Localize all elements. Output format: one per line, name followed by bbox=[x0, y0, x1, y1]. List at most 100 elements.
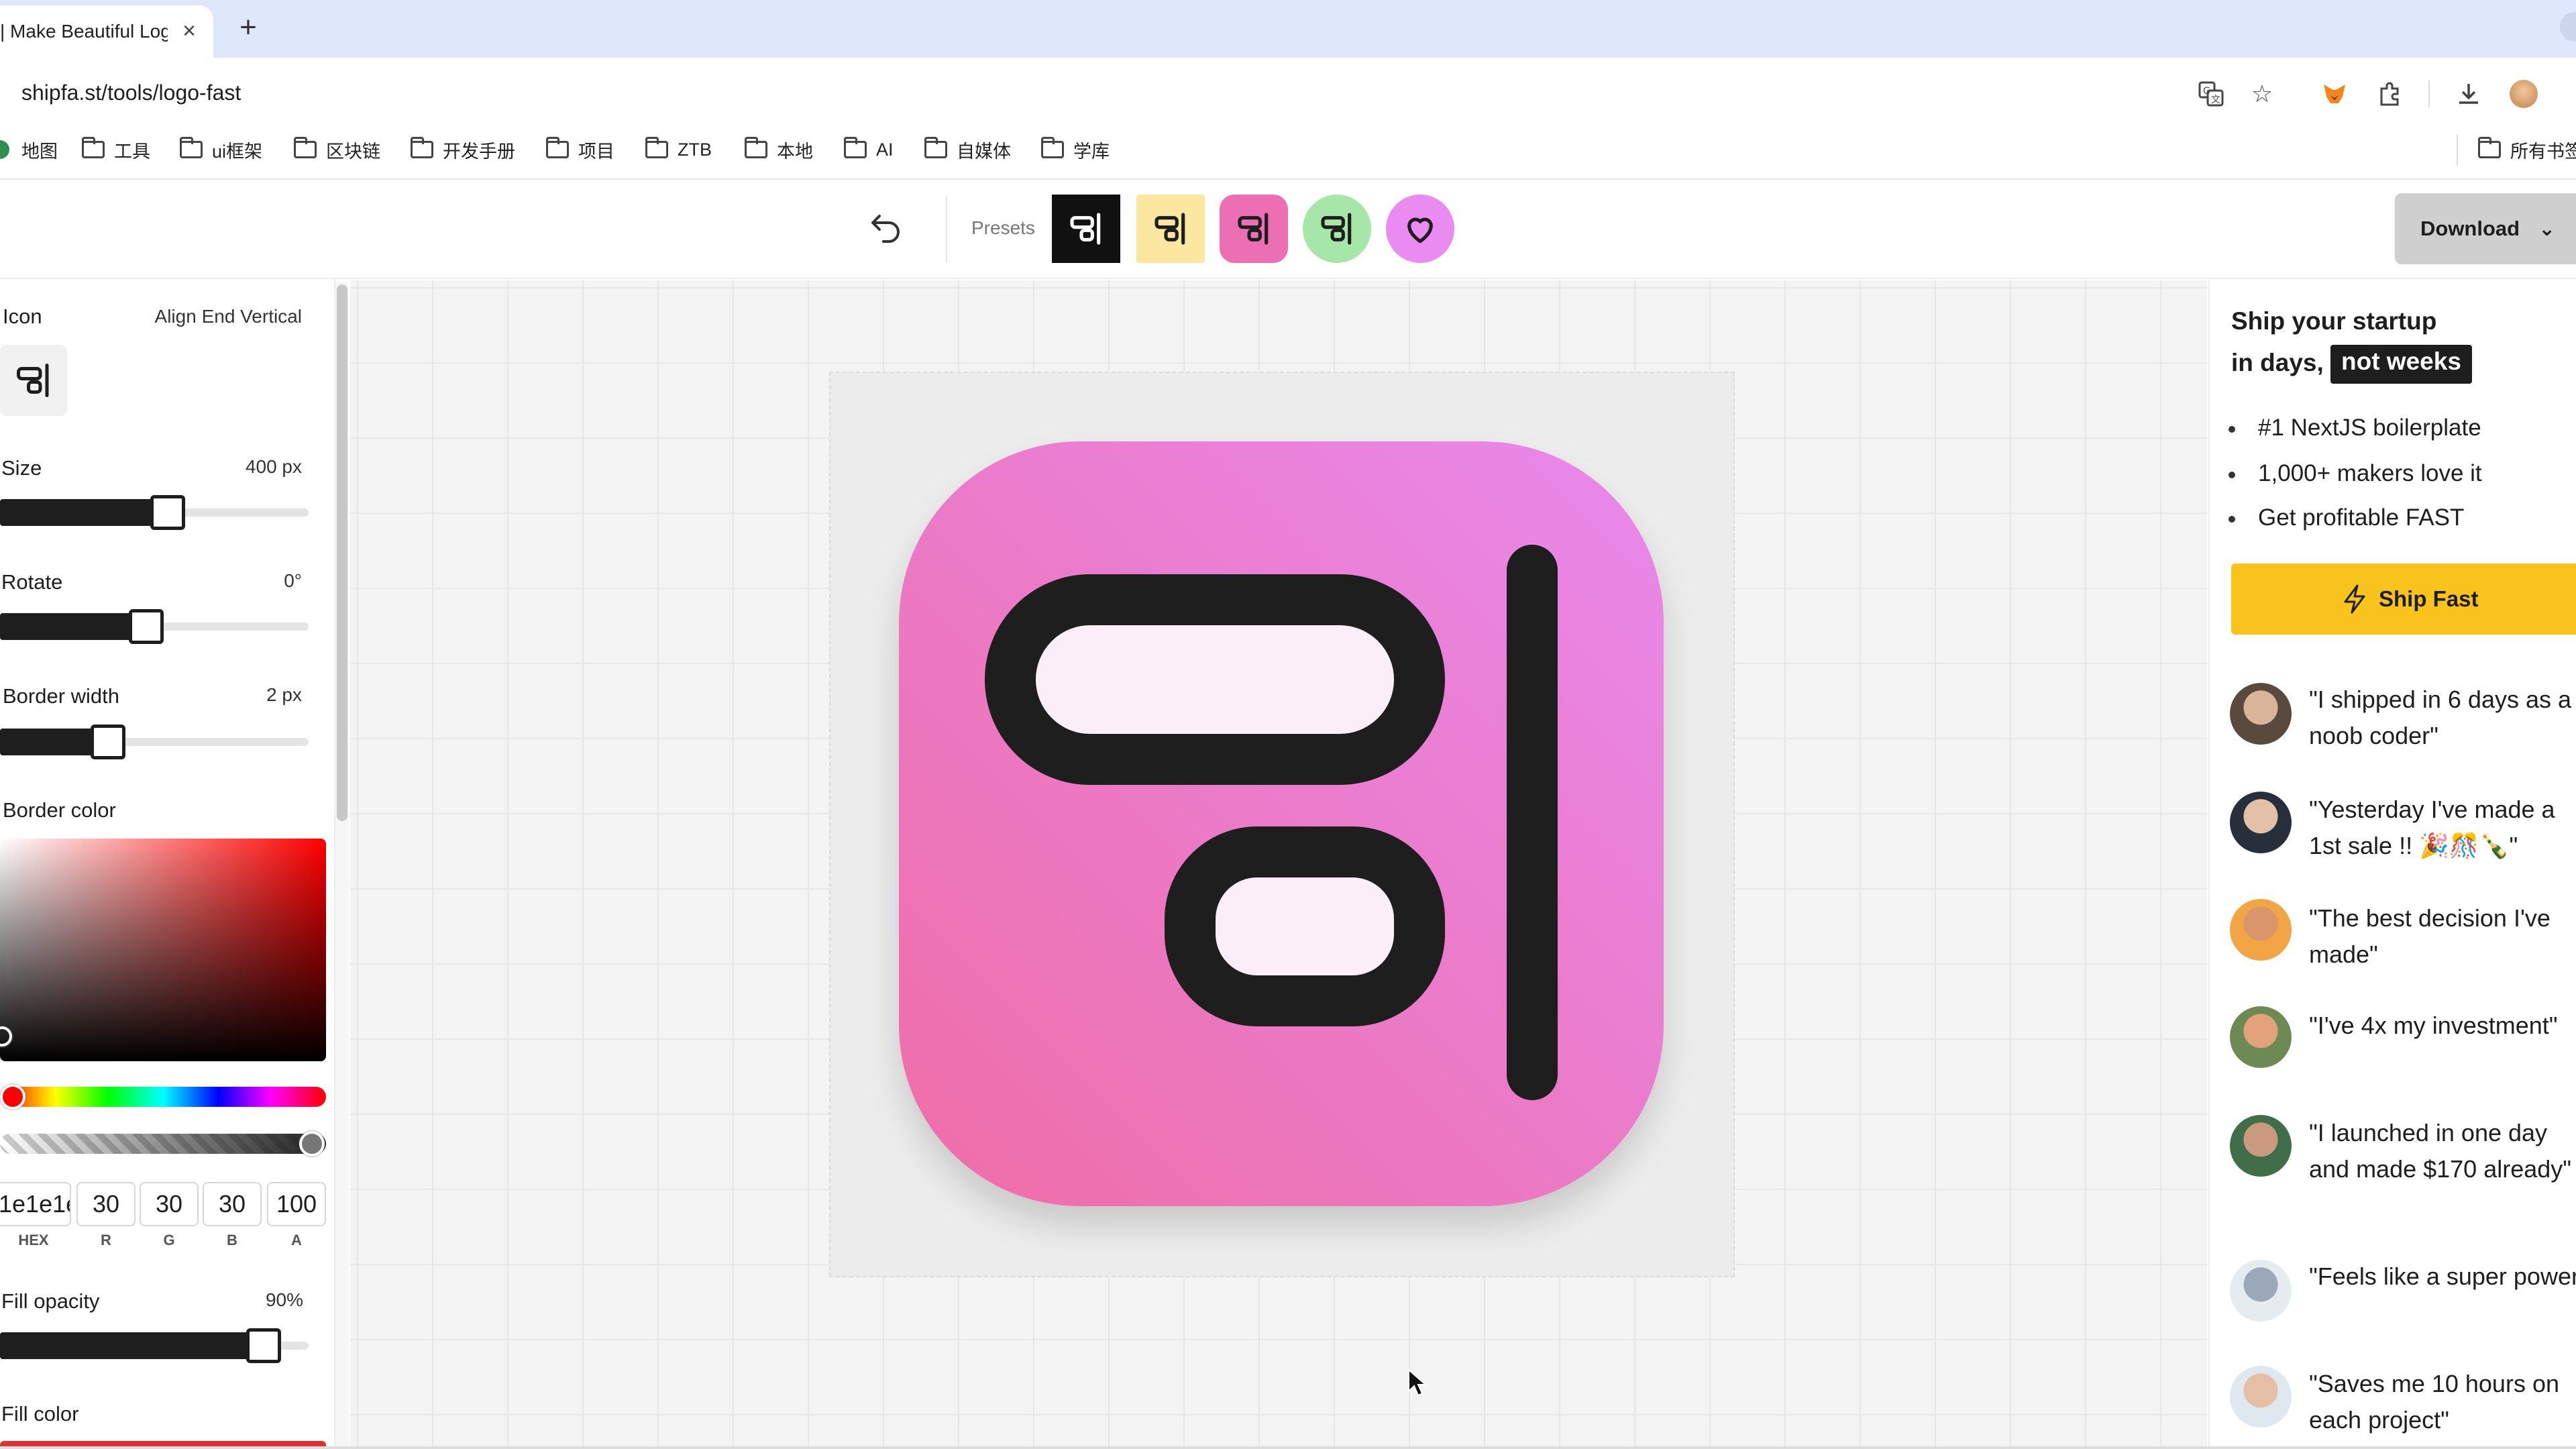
icon-name: Align End Vertical bbox=[154, 306, 302, 327]
panel-scrollbar-thumb[interactable] bbox=[337, 284, 347, 821]
lightning-icon bbox=[2344, 584, 2365, 614]
align-end-vertical-icon bbox=[1321, 213, 1352, 245]
all-bookmarks-folder[interactable]: 所有书签 bbox=[2457, 134, 2576, 165]
red-input[interactable]: 30 bbox=[76, 1182, 136, 1226]
align-end-vertical-icon bbox=[17, 364, 49, 397]
folder-icon bbox=[546, 137, 569, 158]
preset-black-button[interactable] bbox=[1052, 195, 1120, 263]
chevron-down-icon: ⌄ bbox=[2538, 217, 2556, 240]
align-end-vertical-icon bbox=[985, 545, 1558, 1100]
profile-avatar[interactable] bbox=[2508, 78, 2540, 110]
download-icon[interactable] bbox=[2453, 78, 2485, 110]
testimonial-quote: "Saves me 10 hours on each project" bbox=[2309, 1370, 2559, 1434]
testimonial-quote: "I shipped in 6 days as a noob coder" bbox=[2309, 686, 2572, 749]
heart-icon bbox=[1407, 217, 1433, 244]
bookmark-folder[interactable]: 开发手册 bbox=[411, 134, 515, 165]
download-button[interactable]: Download ⌄ bbox=[2395, 193, 2576, 264]
icon-section-label: Icon bbox=[3, 305, 42, 328]
hex-input[interactable]: 1e1e1e bbox=[0, 1182, 71, 1226]
bookmark-folder[interactable]: 区块链 bbox=[294, 134, 380, 165]
bookmark-folder[interactable]: 工具 bbox=[82, 134, 150, 165]
bookmark-label: 地图 bbox=[21, 141, 58, 162]
bookmark-folder[interactable]: ui框架 bbox=[180, 134, 262, 165]
translate-icon[interactable]: G文 bbox=[2195, 78, 2227, 110]
bookmark-label: 项目 bbox=[578, 141, 614, 162]
tab-strip: | Make Beautiful Logos × + bbox=[0, 0, 2576, 58]
fill-color-label: Fill color bbox=[1, 1402, 79, 1426]
folder-icon bbox=[294, 137, 317, 158]
promo-bullet: Get profitable FAST bbox=[2229, 504, 2464, 531]
preset-green-button[interactable] bbox=[1303, 195, 1371, 263]
border-width-slider-knob[interactable] bbox=[90, 724, 125, 759]
header-divider bbox=[946, 196, 947, 263]
extensions-icon[interactable] bbox=[2373, 78, 2406, 110]
undo-icon[interactable] bbox=[865, 208, 907, 250]
url-text[interactable]: shipfa.st/tools/logo-fast bbox=[21, 80, 241, 105]
ship-fast-label: Ship Fast bbox=[2379, 586, 2479, 611]
hue-slider[interactable] bbox=[0, 1087, 326, 1107]
bookmark-label: 所有书签 bbox=[2510, 141, 2576, 162]
preset-yellow-button[interactable] bbox=[1136, 195, 1205, 263]
fill-opacity-slider-fill bbox=[0, 1332, 264, 1359]
preset-purple-button[interactable] bbox=[1386, 195, 1454, 263]
browser-tab[interactable]: | Make Beautiful Logos × bbox=[0, 5, 213, 58]
folder-icon bbox=[645, 137, 668, 158]
avatar bbox=[2230, 899, 2292, 961]
bullet-dot bbox=[2229, 425, 2235, 433]
hue-slider-handle[interactable] bbox=[0, 1084, 25, 1110]
bookmark-star-icon[interactable]: ☆ bbox=[2246, 78, 2278, 110]
download-label: Download bbox=[2420, 217, 2520, 240]
rotate-value: 0° bbox=[284, 570, 302, 591]
bookmark-folder[interactable]: 本地 bbox=[745, 134, 813, 165]
bookmarks-bar bbox=[0, 130, 2576, 180]
alpha-slider[interactable] bbox=[0, 1134, 326, 1154]
preset-pink-button[interactable] bbox=[1220, 195, 1288, 263]
bullet-dot bbox=[2229, 515, 2235, 523]
blue-label: B bbox=[227, 1232, 237, 1248]
size-slider-fill bbox=[0, 499, 168, 526]
size-slider-knob[interactable] bbox=[150, 495, 186, 530]
logo-preview bbox=[899, 441, 1664, 1206]
bookmark-folder[interactable]: 学库 bbox=[1041, 134, 1110, 165]
alpha-slider-handle[interactable] bbox=[299, 1131, 325, 1157]
bookmark-label: AI bbox=[876, 139, 894, 160]
blue-input[interactable]: 30 bbox=[203, 1182, 262, 1226]
bookmark-map[interactable]: 地图 bbox=[0, 134, 58, 165]
avatar bbox=[2230, 792, 2292, 853]
folder-icon bbox=[1041, 137, 1064, 158]
avatar bbox=[2230, 1260, 2292, 1322]
bookmark-folder[interactable]: 自媒体 bbox=[924, 134, 1011, 165]
border-color-label: Border color bbox=[3, 798, 116, 822]
rotate-slider-fill bbox=[0, 613, 146, 640]
alpha-input[interactable]: 100 bbox=[267, 1182, 326, 1226]
green-input[interactable]: 30 bbox=[140, 1182, 199, 1226]
bookmark-folder[interactable]: 项目 bbox=[546, 134, 614, 165]
promo-headline-line1: Ship your startup bbox=[2231, 307, 2437, 335]
avatar bbox=[2230, 1366, 2292, 1428]
rotate-slider-knob[interactable] bbox=[128, 609, 164, 644]
align-end-vertical-icon bbox=[1155, 213, 1185, 245]
bookmark-folder[interactable]: ZTB bbox=[645, 134, 712, 165]
tab-title: | Make Beautiful Logos bbox=[0, 21, 168, 42]
window-control[interactable] bbox=[2560, 12, 2576, 42]
bookmark-label: ZTB bbox=[678, 139, 712, 160]
size-label: Size bbox=[1, 456, 42, 480]
app-header bbox=[0, 180, 2576, 279]
ship-fast-button[interactable]: Ship Fast bbox=[2231, 564, 2576, 635]
bullet-text: Get profitable FAST bbox=[2258, 504, 2465, 531]
icon-picker-button[interactable] bbox=[0, 345, 67, 416]
bookmark-label: 自媒体 bbox=[957, 141, 1011, 162]
bookmark-folder[interactable]: AI bbox=[844, 134, 894, 165]
new-tab-button[interactable]: + bbox=[233, 13, 263, 43]
bullet-dot bbox=[2229, 471, 2235, 478]
fill-opacity-value: 90% bbox=[265, 1289, 303, 1310]
bookmark-label: ui框架 bbox=[212, 141, 263, 162]
avatar bbox=[2230, 1006, 2292, 1068]
avatar bbox=[2230, 683, 2292, 745]
align-end-vertical-icon bbox=[1238, 213, 1269, 245]
fill-opacity-label: Fill opacity bbox=[1, 1289, 100, 1313]
metamask-extension-icon[interactable] bbox=[2318, 78, 2351, 110]
color-saturation-picker[interactable] bbox=[0, 839, 326, 1061]
close-tab-icon[interactable]: × bbox=[177, 19, 201, 43]
fill-opacity-slider-knob[interactable] bbox=[246, 1328, 282, 1363]
